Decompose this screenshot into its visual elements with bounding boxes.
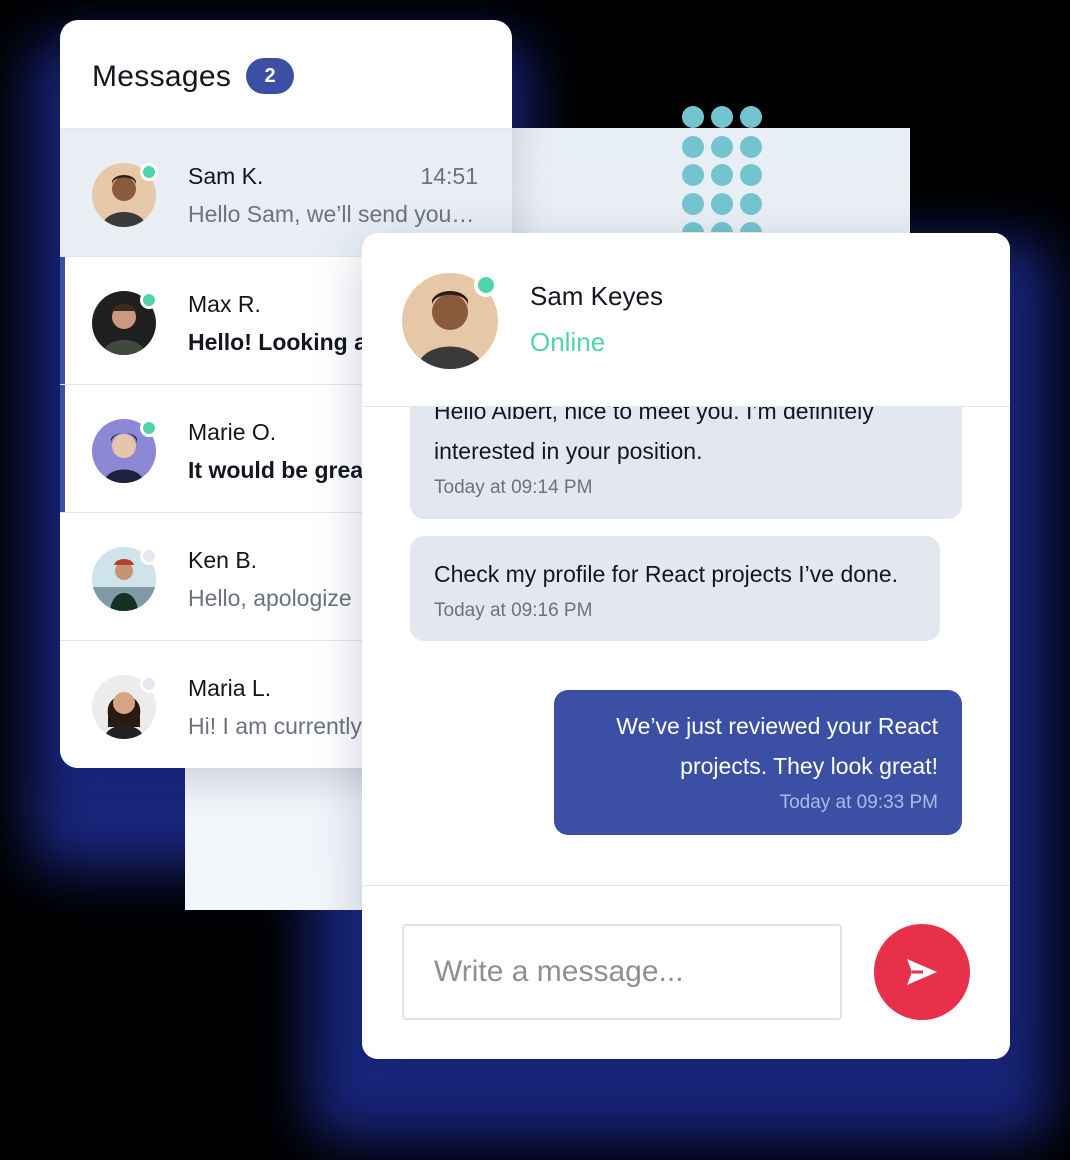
messages-header: Messages 2 xyxy=(60,20,512,129)
send-arrow-icon xyxy=(907,959,937,985)
offline-status-dot xyxy=(140,675,158,693)
message-bubble-incoming: Check my profile for React projects I’ve… xyxy=(410,536,940,641)
message-input[interactable] xyxy=(402,924,842,1020)
conversation-name: Marie O. xyxy=(188,419,277,445)
message-timestamp: Today at 09:14 PM xyxy=(434,477,593,498)
offline-status-dot xyxy=(140,547,158,565)
contact-name: Sam Keyes xyxy=(530,281,663,311)
conversation-preview: Hello Sam, we’ll send you… xyxy=(188,201,475,227)
online-status-dot xyxy=(474,273,498,297)
conversation-time: 14:51 xyxy=(420,163,478,189)
conversation-name: Maria L. xyxy=(188,675,272,701)
online-status-dot xyxy=(140,291,158,309)
messages-title: Messages xyxy=(92,60,232,93)
message-text: interested in your position. xyxy=(434,438,703,464)
message-bubble-outgoing: We’ve just reviewed your React projects.… xyxy=(554,690,962,835)
online-status-dot xyxy=(140,163,158,181)
conversation-preview: Hello! Looking a xyxy=(188,329,367,355)
chat-header: Sam Keyes Online xyxy=(362,233,1010,407)
message-thread[interactable]: Hello Albert, nice to meet you. I’m defi… xyxy=(362,407,1010,885)
conversation-name: Max R. xyxy=(188,291,261,317)
conversation-name: Ken B. xyxy=(188,547,258,573)
message-timestamp: Today at 09:33 PM xyxy=(779,792,938,813)
conversation-preview: It would be great xyxy=(188,457,371,483)
dot-grid-decoration xyxy=(680,104,770,232)
message-timestamp: Today at 09:16 PM xyxy=(434,600,593,621)
chat-window: Sam Keyes Online Hello Albert, nice to m… xyxy=(362,233,1010,1059)
message-bubble-incoming: Hello Albert, nice to meet you. I’m defi… xyxy=(410,407,962,519)
message-text: projects. They look great! xyxy=(680,753,938,779)
message-composer xyxy=(362,885,1010,1059)
conversation-preview: Hello, apologize xyxy=(188,585,352,611)
conversation-name: Sam K. xyxy=(188,163,264,189)
contact-status: Online xyxy=(530,327,606,357)
message-text: We’ve just reviewed your React xyxy=(616,713,938,739)
message-text: Hello Albert, nice to meet you. I’m defi… xyxy=(434,407,874,424)
unread-count-badge: 2 xyxy=(246,58,294,94)
send-button[interactable] xyxy=(874,924,970,1020)
online-status-dot xyxy=(140,419,158,437)
message-text: Check my profile for React projects I’ve… xyxy=(434,561,899,587)
conversation-preview: Hi! I am currently xyxy=(188,713,362,739)
